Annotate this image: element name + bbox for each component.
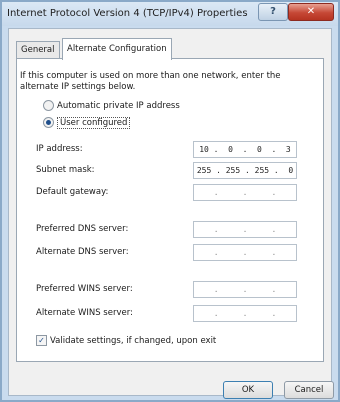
radio-user-configured[interactable] [43, 117, 54, 128]
title-bar[interactable]: Internet Protocol Version 4 (TCP/IPv4) P… [2, 2, 338, 26]
validate-checkbox[interactable]: ✓ [36, 335, 47, 346]
validate-settings-option[interactable]: ✓ Validate settings, if changed, upon exi… [36, 335, 216, 346]
default-gateway-field[interactable]: . . . [193, 184, 297, 201]
window-title: Internet Protocol Version 4 (TCP/IPv4) P… [7, 8, 248, 19]
alternate-dns-label: Alternate DNS server: [36, 247, 129, 257]
alternate-config-panel: If this computer is used on more than on… [16, 58, 324, 362]
cancel-button[interactable]: Cancel [284, 381, 334, 399]
close-icon[interactable]: ✕ [288, 3, 334, 21]
tab-general[interactable]: General [16, 41, 60, 59]
automatic-private-ip-option[interactable]: Automatic private IP address [43, 100, 180, 111]
subnet-mask-field[interactable]: 255 . 255 . 255 . 0 [193, 162, 297, 179]
help-icon[interactable]: ? [258, 3, 288, 21]
radio-automatic[interactable] [43, 100, 54, 111]
subnet-mask-label: Subnet mask: [36, 165, 95, 175]
ip-address-field[interactable]: 10 . 0 . 0 . 3 [193, 141, 297, 158]
user-configured-option[interactable]: User configured [43, 117, 131, 129]
alternate-wins-label: Alternate WINS server: [36, 308, 133, 318]
user-configured-label: User configured [57, 117, 131, 129]
preferred-wins-label: Preferred WINS server: [36, 284, 133, 294]
tab-alternate-configuration[interactable]: Alternate Configuration [62, 38, 172, 60]
intro-text: If this computer is used on more than on… [20, 71, 281, 92]
ok-button[interactable]: OK [223, 381, 273, 399]
automatic-option-label: Automatic private IP address [57, 101, 180, 111]
validate-label: Validate settings, if changed, upon exit [50, 336, 217, 346]
default-gateway-label: Default gateway: [36, 187, 109, 197]
ip-address-label: IP address: [36, 144, 83, 154]
preferred-dns-label: Preferred DNS server: [36, 224, 129, 234]
preferred-wins-field[interactable]: . . . [193, 281, 297, 298]
alternate-dns-field[interactable]: . . . [193, 244, 297, 261]
dialog-body: General Alternate Configuration If this … [8, 28, 334, 399]
dialog-window: Internet Protocol Version 4 (TCP/IPv4) P… [0, 0, 340, 402]
preferred-dns-field[interactable]: . . . [193, 221, 297, 238]
alternate-wins-field[interactable]: . . . [193, 305, 297, 322]
